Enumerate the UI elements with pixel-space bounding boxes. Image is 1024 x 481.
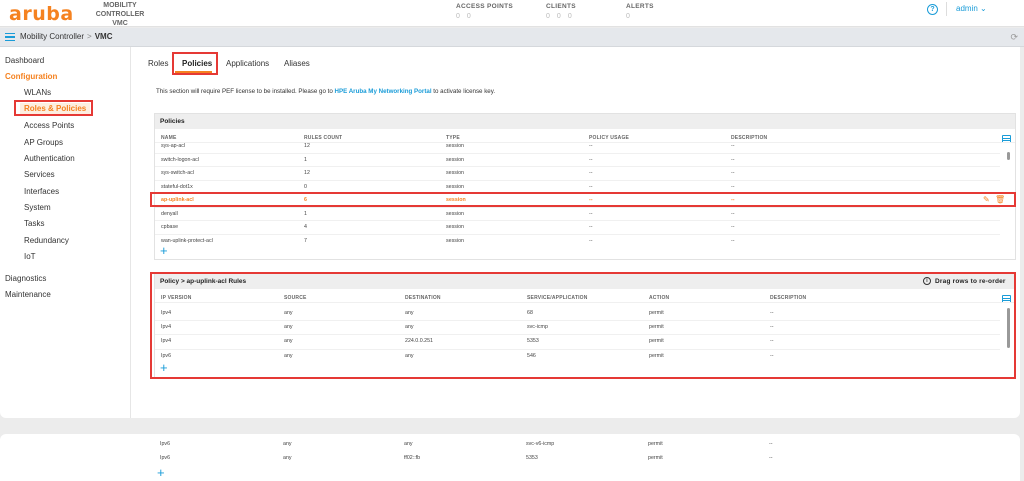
nav-access-points[interactable]: Access Points: [24, 121, 74, 130]
table-row[interactable]: [155, 140, 1000, 154]
breadcrumb-bar: Mobility Controller > VMC ⟳: [0, 28, 1024, 47]
clients-remote-count: 0: [556, 13, 561, 20]
delete-icon[interactable]: 🗑: [995, 195, 1005, 204]
table-cell: svc-v6-icmp: [526, 441, 555, 447]
table-cell: permit: [648, 441, 663, 447]
table-cell: ff02::fb: [404, 455, 421, 461]
breadcrumb-root[interactable]: Mobility Controller: [20, 32, 84, 41]
nav-configuration[interactable]: Configuration: [5, 72, 57, 81]
nav-diagnostics[interactable]: Diagnostics: [5, 274, 46, 283]
nav-system[interactable]: System: [24, 203, 51, 212]
highlight-box-tab: [172, 52, 218, 75]
nav-wlans[interactable]: WLANs: [24, 88, 51, 97]
access-points-stat[interactable]: ACCESS POINTS 00: [456, 3, 513, 20]
table-row[interactable]: [155, 154, 1000, 168]
refresh-icon[interactable]: ⟳: [1010, 32, 1018, 43]
table-cell: Ipv6: [160, 441, 171, 447]
clients-wireless-count: 0: [546, 13, 550, 20]
nav-interfaces[interactable]: Interfaces: [24, 187, 59, 196]
nav-authentication[interactable]: Authentication: [24, 154, 75, 163]
alerts-stat[interactable]: ALERTS 0: [626, 3, 654, 20]
license-portal-link[interactable]: HPE Aruba My Networking Portal: [335, 88, 432, 95]
table-cell: Ipv6: [160, 455, 171, 461]
top-bar: aruba MOBILITY CONTROLLER VMC ACCESS POI…: [0, 0, 1024, 27]
nav-iot[interactable]: IoT: [24, 252, 36, 261]
breadcrumb-current: VMC: [94, 32, 113, 41]
sidebar: Dashboard Configuration WLANs Roles & Po…: [0, 47, 131, 418]
license-notice: This section will require PEF license to…: [156, 88, 495, 95]
aruba-logo[interactable]: aruba: [9, 3, 74, 25]
clients-title: CLIENTS: [546, 3, 576, 10]
nav-tasks[interactable]: Tasks: [24, 219, 44, 228]
controller-title: MOBILITY CONTROLLER VMC: [80, 1, 160, 28]
add-rule-icon-lower[interactable]: +: [157, 466, 165, 479]
menu-icon[interactable]: [5, 33, 15, 41]
add-policy-icon[interactable]: +: [160, 244, 168, 257]
tab-roles[interactable]: Roles: [148, 59, 168, 68]
policies-title: Policies: [155, 114, 1015, 129]
controller-name: VMC: [112, 20, 128, 27]
table-cell: any: [404, 441, 413, 447]
table-cell: any: [283, 455, 292, 461]
highlight-box-row: [150, 192, 1016, 207]
table-cell: 5353: [526, 455, 538, 461]
clients-stat[interactable]: CLIENTS 000: [546, 3, 579, 20]
table-row[interactable]: [155, 235, 1000, 249]
nav-maintenance[interactable]: Maintenance: [5, 290, 51, 299]
license-text-post: to activate license key.: [431, 88, 496, 95]
highlight-box-rules: [150, 272, 1016, 379]
policies-card: Policies NAME RULES COUNT TYPE POLICY US…: [154, 113, 1016, 260]
table-cell: permit: [648, 455, 663, 461]
breadcrumb: Mobility Controller > VMC: [20, 32, 112, 41]
alerts-title: ALERTS: [626, 3, 654, 10]
table-row[interactable]: [155, 208, 1000, 222]
breadcrumb-separator: >: [87, 32, 92, 41]
nav-services[interactable]: Services: [24, 170, 55, 179]
edit-icon[interactable]: ✎: [983, 195, 990, 204]
highlight-box-nav: [14, 100, 93, 116]
table-cell: --: [769, 455, 773, 461]
policies-scrollbar[interactable]: [1007, 152, 1010, 160]
table-row[interactable]: [155, 167, 1000, 181]
ap-down-count: 0: [466, 13, 471, 20]
user-menu[interactable]: admin ⌄: [956, 4, 987, 13]
main-panel: Dashboard Configuration WLANs Roles & Po…: [0, 47, 1020, 418]
tab-applications[interactable]: Applications: [226, 59, 269, 68]
access-points-title: ACCESS POINTS: [456, 3, 513, 10]
nav-redundancy[interactable]: Redundancy: [24, 236, 69, 245]
table-cell: any: [283, 441, 292, 447]
header-divider: [946, 2, 947, 16]
tab-aliases[interactable]: Aliases: [284, 59, 310, 68]
license-text-pre: This section will require PEF license to…: [156, 88, 335, 95]
help-icon[interactable]: ?: [927, 4, 938, 15]
nav-ap-groups[interactable]: AP Groups: [24, 138, 63, 147]
overflow-panel: Ipv6 any any svc-v6-icmp permit -- Ipv6 any ff02…: [0, 434, 1020, 481]
nav-dashboard[interactable]: Dashboard: [5, 56, 44, 65]
controller-type: MOBILITY CONTROLLER: [95, 2, 145, 18]
table-row[interactable]: [155, 221, 1000, 235]
ap-up-count: 0: [456, 13, 460, 20]
table-cell: --: [769, 441, 773, 447]
clients-wired-count: 0: [567, 13, 572, 20]
alerts-count: 0: [626, 13, 630, 20]
